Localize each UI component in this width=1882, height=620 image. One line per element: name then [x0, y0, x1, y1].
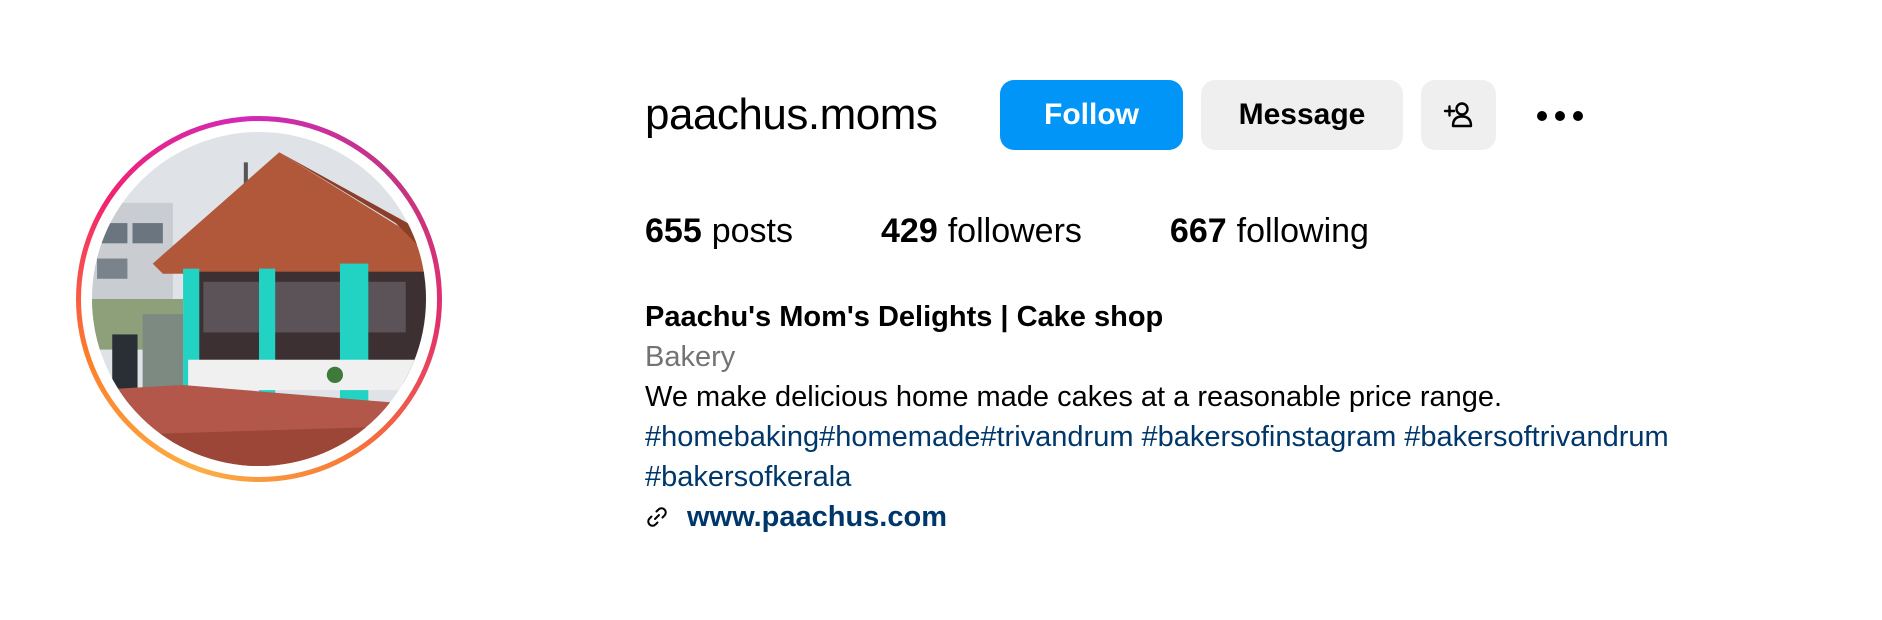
- bio-hashtags-line: #homebaking#homemade#trivandrum #bakerso…: [645, 417, 1669, 457]
- profile-avatar-story-ring[interactable]: [76, 116, 442, 482]
- bio-full-name: Paachu's Mom's Delights | Cake shop: [645, 301, 1164, 333]
- hashtag-link[interactable]: #homemade: [819, 421, 980, 453]
- profile-bio: Paachu's Mom's Delights | Cake shop Bake…: [645, 297, 1669, 537]
- message-button[interactable]: Message: [1201, 80, 1403, 150]
- following-label: following: [1236, 212, 1369, 250]
- link-icon: [645, 505, 669, 529]
- more-options-button[interactable]: [1530, 98, 1590, 134]
- bio-description: We make delicious home made cakes at a r…: [645, 381, 1503, 413]
- person-plus-icon: [1443, 102, 1472, 128]
- followers-label: followers: [947, 212, 1082, 250]
- avatar-shop-photo: [92, 132, 426, 466]
- hashtag-link[interactable]: #homebaking: [645, 421, 819, 453]
- hashtag-link[interactable]: #bakersofkerala: [645, 461, 851, 493]
- posts-stat: 655 posts: [645, 212, 793, 251]
- followers-stat[interactable]: 429 followers: [881, 212, 1082, 251]
- hashtag-link[interactable]: #bakersofinstagram: [1142, 421, 1397, 453]
- bio-website-link[interactable]: www.paachus.com: [687, 497, 947, 537]
- profile-username: paachus.moms: [645, 90, 938, 139]
- followers-count: 429: [881, 212, 938, 250]
- follow-button[interactable]: Follow: [1000, 80, 1183, 150]
- posts-count: 655: [645, 212, 702, 250]
- avatar-gap: [81, 121, 437, 477]
- bio-category: Bakery: [645, 341, 736, 373]
- posts-label: posts: [711, 212, 793, 250]
- suggest-similar-accounts-button[interactable]: [1421, 80, 1496, 150]
- profile-stats: 655 posts 429 followers 667 following: [645, 212, 1369, 251]
- following-count: 667: [1169, 212, 1227, 250]
- following-stat[interactable]: 667 following: [1170, 212, 1369, 251]
- hashtag-link[interactable]: #trivandrum: [980, 421, 1133, 453]
- ellipsis-icon: [1537, 111, 1583, 121]
- bio-website-row: www.paachus.com: [645, 497, 1669, 537]
- bio-hashtags-line: #bakersofkerala: [645, 457, 1669, 497]
- hashtag-link[interactable]: #bakersoftrivandrum: [1404, 421, 1668, 453]
- avatar[interactable]: [92, 132, 426, 466]
